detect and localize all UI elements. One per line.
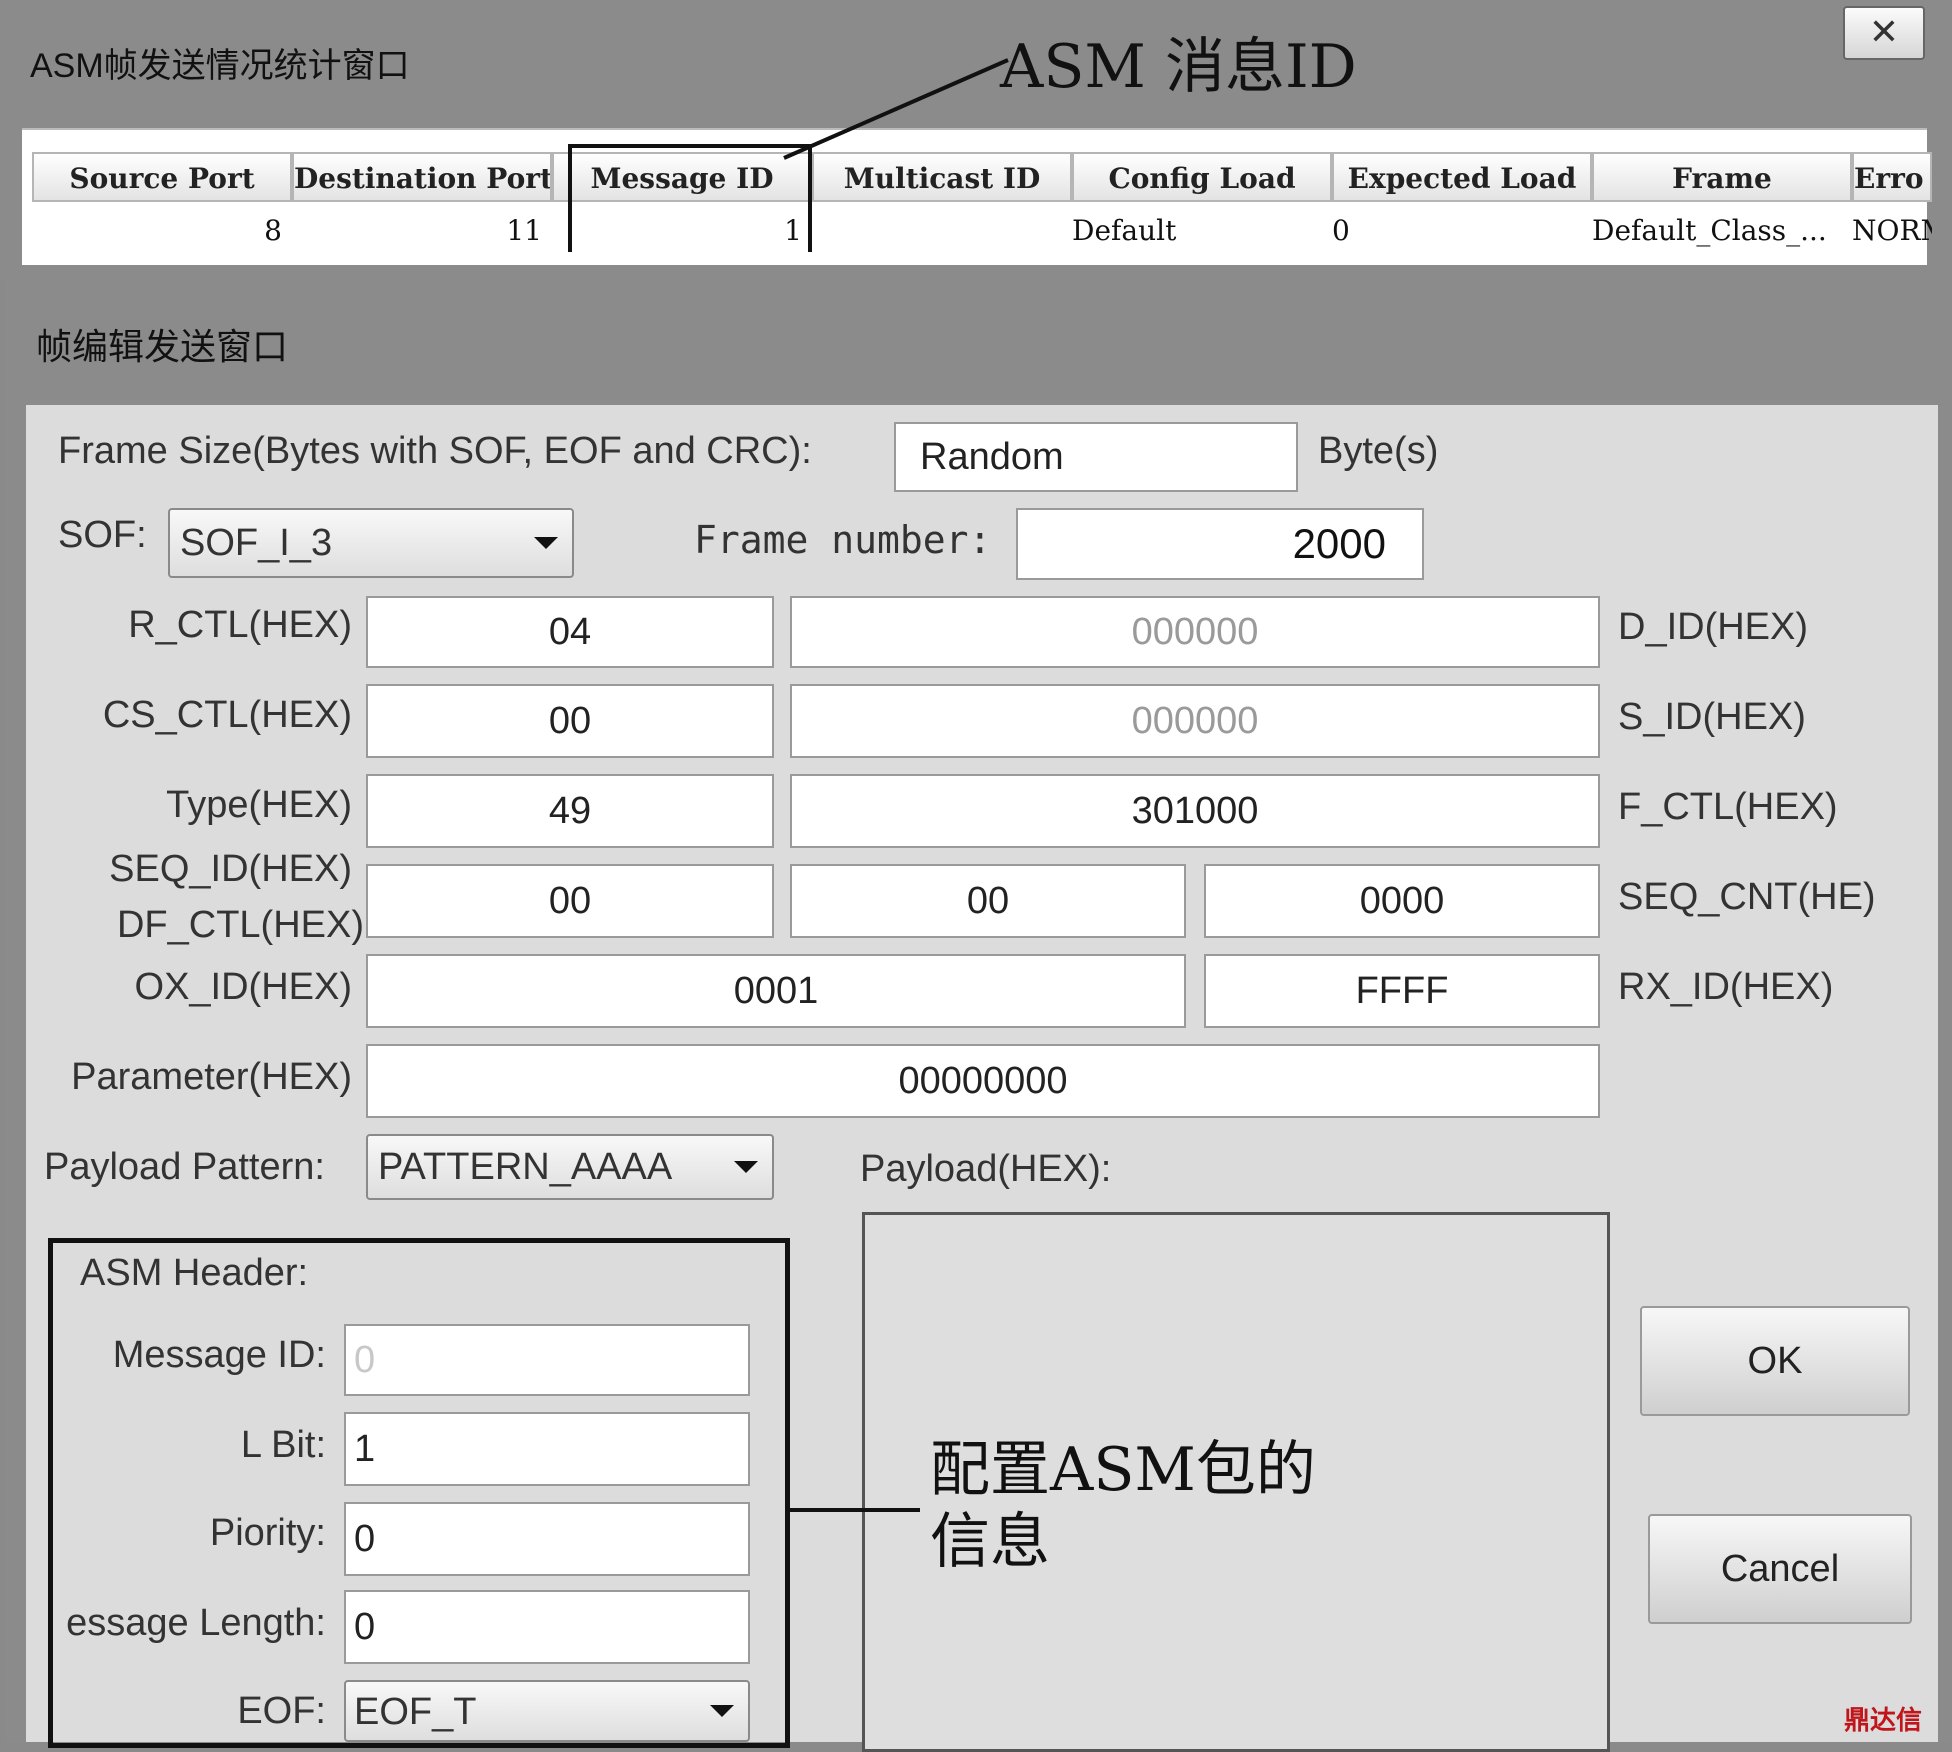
rx-id-label: RX_ID(HEX) — [1618, 966, 1834, 1008]
d-id-label: D_ID(HEX) — [1618, 606, 1809, 648]
annotation-config-asm-line2: 信息 — [930, 1507, 1050, 1577]
cs-ctl-label: CS_CTL(HEX) — [102, 694, 352, 736]
message-length-input[interactable]: 0 — [344, 1590, 750, 1664]
sof-select[interactable]: SOF_I_3 — [168, 508, 574, 578]
parameter-label: Parameter(HEX) — [71, 1056, 352, 1098]
d-id-input[interactable]: 000000 — [790, 596, 1600, 668]
rx-id-input[interactable]: FFFF — [1204, 954, 1600, 1028]
annotation-config-asm-line1: 配置ASM包的 — [930, 1435, 1316, 1505]
eof-select[interactable]: EOF_T — [344, 1680, 750, 1742]
annotation-leader-line — [790, 1508, 920, 1512]
s-id-label: S_ID(HEX) — [1618, 696, 1806, 738]
cs-ctl-input[interactable]: 00 — [366, 684, 774, 758]
seq-id-input[interactable]: 00 — [366, 864, 774, 938]
asm-message-id-input[interactable]: 0 — [344, 1324, 750, 1396]
annotation-asm-message-id: ASM 消息ID — [1000, 32, 1357, 102]
s-id-input[interactable]: 000000 — [790, 684, 1600, 758]
sof-select-value: SOF_I_3 — [180, 522, 333, 564]
eof-label: EOF: — [237, 1690, 326, 1732]
annotation-config-asm: 配置ASM包的 信息 — [930, 1434, 1316, 1578]
frame-size-unit: Byte(s) — [1318, 430, 1439, 472]
asm-header-title: ASM Header: — [80, 1252, 309, 1294]
eof-select-value: EOF_T — [354, 1691, 477, 1733]
seq-cnt-input[interactable]: 0000 — [1204, 864, 1600, 938]
seq-id-label: SEQ_ID(HEX) — [109, 848, 352, 890]
annotation-leader-line — [783, 58, 1009, 160]
parameter-input[interactable]: 00000000 — [366, 1044, 1600, 1118]
frame-size-input[interactable]: Random — [894, 422, 1298, 492]
asm-message-id-label: Message ID: — [112, 1334, 326, 1376]
type-label: Type(HEX) — [166, 784, 352, 826]
frame-number-input[interactable]: 2000 — [1016, 508, 1424, 580]
type-input[interactable]: 49 — [366, 774, 774, 848]
payload-pattern-label: Payload Pattern: — [44, 1146, 325, 1188]
seq-cnt-label: SEQ_CNT(HE) — [1618, 876, 1876, 918]
frame-size-label: Frame Size(Bytes with SOF, EOF and CRC): — [58, 430, 812, 472]
chevron-down-icon — [534, 537, 558, 549]
l-bit-label: L Bit: — [240, 1424, 326, 1466]
l-bit-input[interactable]: 1 — [344, 1412, 750, 1486]
piority-input[interactable]: 0 — [344, 1502, 750, 1576]
chevron-down-icon — [710, 1705, 734, 1717]
df-ctl-input[interactable]: 00 — [790, 864, 1186, 938]
ox-id-input[interactable]: 0001 — [366, 954, 1186, 1028]
frame-number-label: Frame number: — [694, 518, 992, 562]
r-ctl-label: R_CTL(HEX) — [128, 604, 352, 646]
f-ctl-label: F_CTL(HEX) — [1618, 786, 1838, 828]
ok-button[interactable]: OK — [1640, 1306, 1910, 1416]
piority-label: Piority: — [209, 1512, 326, 1554]
watermark-logo: 鼎达信 — [1844, 1705, 1923, 1735]
sof-label: SOF: — [58, 514, 147, 556]
ox-id-label: OX_ID(HEX) — [134, 966, 352, 1008]
cancel-button[interactable]: Cancel — [1648, 1514, 1912, 1624]
r-ctl-input[interactable]: 04 — [366, 596, 774, 668]
f-ctl-input[interactable]: 301000 — [790, 774, 1600, 848]
df-ctl-label: DF_CTL(HEX) — [116, 904, 364, 946]
chevron-down-icon — [734, 1161, 758, 1173]
payload-pattern-value: PATTERN_AAAA — [378, 1146, 673, 1188]
frame-edit-window-title: 帧编辑发送窗口 — [36, 326, 289, 367]
asm-header-group — [48, 1238, 790, 1748]
payload-hex-label: Payload(HEX): — [860, 1148, 1112, 1190]
message-length-label: essage Length: — [66, 1602, 326, 1644]
asm-message-id-placeholder: 0 — [354, 1339, 376, 1381]
payload-pattern-select[interactable]: PATTERN_AAAA — [366, 1134, 774, 1200]
